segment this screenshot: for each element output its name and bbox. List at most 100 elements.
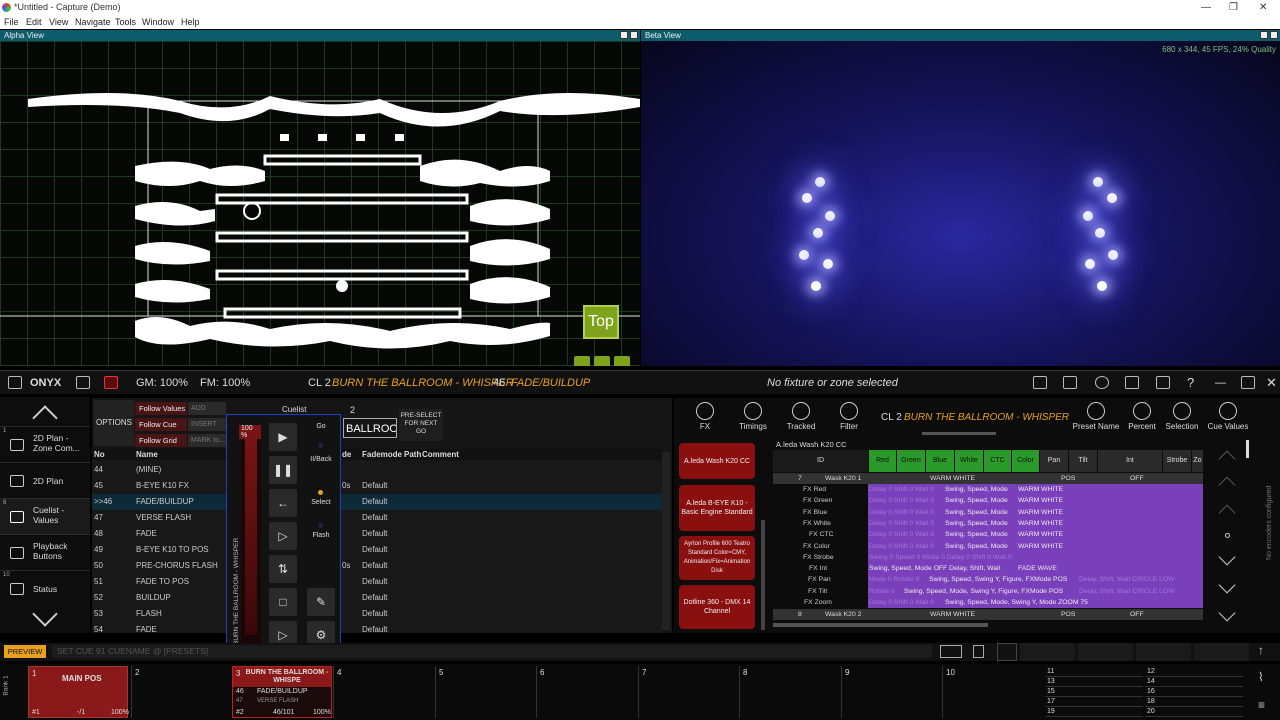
insert-button[interactable]: INSERT 1.0 (188, 418, 226, 441)
playback-slot-6[interactable]: 6 (536, 666, 636, 718)
playback-fader[interactable]: 100 % (239, 425, 261, 645)
blank-button[interactable] (1020, 643, 1075, 661)
mini-playback-20[interactable]: 20 (1145, 707, 1243, 717)
playback-slot-7[interactable]: 7 (638, 666, 738, 718)
table-row[interactable]: 48 FADE Default (92, 526, 662, 542)
playback-slot-8[interactable]: 8 (739, 666, 839, 718)
mini-playback-17[interactable]: 17 (1045, 697, 1143, 707)
mini-playback-18[interactable]: 18 (1145, 697, 1243, 707)
group-row-1[interactable]: 7 Wask K20 1 WARM WHITE POS OFF (773, 473, 1203, 485)
minimize-icon[interactable]: — (1201, 0, 1211, 15)
table-row[interactable]: 51 FADE TO POS Default (92, 574, 662, 590)
preselect-button[interactable]: PRE-SELECT FOR NEXT GO (399, 409, 443, 441)
mini-playback-12[interactable]: 12 (1145, 667, 1243, 677)
flash-label[interactable]: Flash (307, 532, 335, 539)
fx-row[interactable]: FX Red Delay 0 Shift 0 Wait 0 Swing, Speed… (773, 484, 1203, 495)
pen-icon[interactable]: ✎ (307, 588, 335, 616)
table-row-active[interactable]: >>46 FADE/BUILDUP Default (92, 494, 662, 510)
fx-row[interactable]: FX Tilt Rotate 0 Swing, Speed, Mode, Swing… (773, 586, 1203, 597)
swap-button[interactable]: ⇅ (269, 555, 297, 583)
timings-tool[interactable]: Timings (737, 402, 769, 431)
options-button[interactable]: OPTIONS (94, 400, 134, 446)
link-icon[interactable]: ⌇ (1258, 670, 1264, 684)
tracked-tool[interactable]: Tracked (785, 402, 817, 431)
fx-row[interactable]: FX CTC Delay 0 Shift 0 Wait 0 Swing, Speed… (773, 529, 1203, 540)
playback-slot-4[interactable]: 4 (333, 666, 433, 718)
nav-playback-buttons[interactable]: Playback Buttons (0, 534, 90, 570)
record-icon[interactable] (104, 376, 118, 389)
monitor-icon[interactable] (8, 376, 22, 389)
rotate-view-icon[interactable] (574, 356, 590, 366)
back-button[interactable]: ← (269, 489, 297, 517)
chevron-down-icon[interactable] (1218, 604, 1236, 622)
table-row[interactable]: 54 FADE Default (92, 622, 662, 633)
fx-row[interactable]: FX White Delay 0 Shift 0 Wait 0 Swing, Spe… (773, 518, 1203, 529)
mini-playback-19[interactable]: 19 (1045, 707, 1143, 717)
add-macro-button[interactable]: ADD MACRO (188, 402, 226, 425)
view-restore-icon[interactable] (1260, 31, 1268, 39)
table-row[interactable]: 45 B-EYE K10 FX 0s Default (92, 478, 662, 494)
arrow-up-icon[interactable]: ↑ (1258, 643, 1264, 657)
fixture-type-dotline[interactable]: Dotline 360 - DMX 14 Channel (679, 585, 755, 629)
select-label[interactable]: Select (307, 499, 335, 506)
chevron-down-icon[interactable] (1218, 576, 1236, 594)
table-row[interactable]: 53 FLASH Default (92, 606, 662, 622)
values-grid-hscroll[interactable] (773, 623, 988, 627)
mini-playback-13[interactable]: 13 (1045, 677, 1143, 687)
cuelist-name-field[interactable]: BALLROO (343, 418, 397, 438)
group-row-2[interactable]: 8 Wask K20 2 WARM WHITE POS OFF (773, 609, 1203, 621)
top-view-button[interactable]: Top (583, 305, 619, 339)
pause-button[interactable]: ❚❚ (269, 456, 297, 484)
table-row[interactable]: 52 BUILDUP Default (92, 590, 662, 606)
fixture-scrollbar[interactable] (761, 520, 765, 630)
blank-button[interactable] (1136, 643, 1191, 661)
fixture-type-ayrton[interactable]: Ayrton Profile 600 Teatro Standard Color… (679, 536, 755, 580)
chevron-up-icon[interactable] (1218, 504, 1236, 522)
table-row[interactable]: 47 VERSE FLASH Default (92, 510, 662, 526)
chevron-up-icon[interactable] (1218, 450, 1236, 468)
cue-table-scrollbar[interactable] (662, 452, 670, 630)
percent-tool[interactable]: Percent (1126, 402, 1158, 431)
fixture-type-aleda-wash[interactable]: A.leda Wash K20 CC (679, 443, 755, 479)
mini-playback-16[interactable]: 16 (1145, 687, 1243, 697)
grid-icon[interactable] (973, 645, 984, 658)
follow-cue-button[interactable]: Follow Cue (135, 418, 187, 431)
encoder-scrollbar[interactable] (1246, 440, 1249, 458)
nav-cuelist-values[interactable]: 8 Cuelist - Values (0, 498, 90, 534)
table-row[interactable]: 49 B-EYE K10 TO POS Default (92, 542, 662, 558)
mini-playback-11[interactable]: 11 (1045, 667, 1143, 677)
alpha-view[interactable]: Alpha View Top (0, 30, 640, 366)
view-close-icon[interactable] (630, 31, 638, 39)
table-row[interactable]: 50 PRE-CHORUS FLASH 0s Default (92, 558, 662, 574)
preview-button[interactable]: PREVIEW (4, 645, 46, 658)
chevron-up-icon[interactable] (1218, 476, 1236, 494)
selection-tool[interactable]: Selection (1164, 402, 1200, 431)
playback-slot-5[interactable]: 5 (435, 666, 535, 718)
playback-slot-1[interactable]: 1 MAIN POS #1 -/1 100% (28, 666, 129, 718)
fx-tool[interactable]: FX (694, 402, 716, 431)
back-label[interactable]: II/Back (307, 456, 335, 463)
command-line-input[interactable]: SET CUE 91 CUENAME @ [PRESETS] (52, 645, 932, 658)
step-forward-button[interactable]: ▷ (269, 522, 297, 550)
playback-slot-10[interactable]: 10 (942, 666, 1042, 718)
nav-2d-plan-zone[interactable]: 1 2D Plan - Zone Com... (0, 426, 90, 462)
keypad-icon[interactable] (940, 645, 962, 658)
menu-navigate[interactable]: Navigate (75, 15, 111, 29)
mini-playback-14[interactable]: 14 (1145, 677, 1243, 687)
menu-help[interactable]: Help (181, 15, 200, 29)
view-restore-icon[interactable] (620, 31, 628, 39)
fx-row[interactable]: FX Int Swing, Speed, Mode OFF Delay, Shif… (773, 563, 1203, 574)
menu-view-icon[interactable] (614, 356, 630, 366)
sliders-icon[interactable] (1063, 376, 1077, 389)
go-label[interactable]: Go (307, 423, 335, 430)
stop-button[interactable]: □ (269, 588, 297, 616)
blank-button[interactable] (997, 643, 1017, 661)
minimize-icon[interactable]: — (1215, 377, 1226, 389)
cue-values-tool[interactable]: Cue Values (1207, 402, 1249, 431)
alpha-canvas[interactable]: Top (0, 41, 640, 366)
fx-row[interactable]: FX Strobe Swing 0 Speed 0 Mode 0 Delay 0 … (773, 552, 1203, 563)
help-icon[interactable]: ? (1187, 375, 1194, 390)
follow-values-button[interactable]: Follow Values (135, 402, 187, 415)
filter-tool[interactable]: Filter (836, 402, 862, 431)
blank-button[interactable] (1078, 643, 1133, 661)
